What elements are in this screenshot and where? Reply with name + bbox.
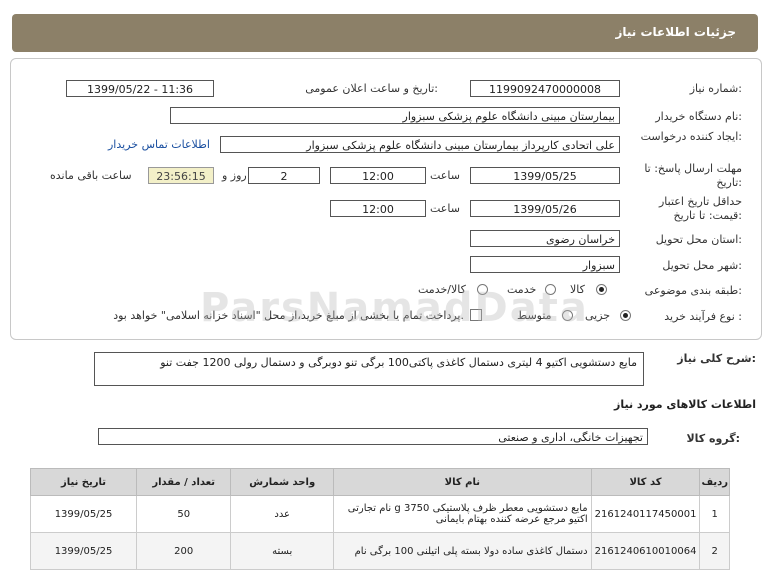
remaining-time-field: 23:56:15 [148, 167, 214, 184]
cell-unit: عدد [230, 495, 334, 533]
cell-need-date: 1399/05/25 [29, 495, 138, 533]
header-goods-code: کد کالا [590, 468, 701, 496]
header-bar: جزئیات اطلاعات نیاز [12, 14, 758, 52]
goods-group-label: گروه کالا: [686, 432, 740, 445]
table-row: 2 2161240610010064 دستمال کاغذی ساده دول… [29, 532, 730, 570]
deadline-label: مهلت ارسال پاسخ: تا تاریخ: [644, 162, 742, 189]
table-row: 1 2161240117450001 مایع دستشویی معطر ظرف… [29, 495, 730, 533]
cell-goods-code: 2161240117450001 [590, 495, 701, 533]
watermark: ParsNamadData [200, 285, 589, 331]
description-box: مایع دستشویی اکتیو 4 لیتری دستمال کاغذی … [94, 352, 644, 386]
remaining-label: ساعت باقی مانده [50, 169, 132, 182]
buyer-label: نام دستگاه خریدار: [655, 110, 742, 123]
cell-row-number: 1 [699, 495, 730, 533]
header-unit: واحد شمارش [230, 468, 334, 496]
validity-time-label: ساعت [430, 202, 460, 215]
header-quantity: تعداد / مقدار [136, 468, 232, 496]
creator-label: ایجاد کننده درخواست: [640, 130, 742, 143]
validity-label: حداقل تاریخ اعتبار قیمت: تا تاریخ: [658, 195, 742, 222]
days-field: 2 [248, 167, 320, 184]
goods-table: ردیف کد کالا نام کالا واحد شمارش تعداد /… [29, 468, 730, 570]
announce-field: 1399/05/22 - 11:36 [66, 80, 214, 97]
deadline-time-field: 12:00 [330, 167, 426, 184]
cell-quantity: 200 [136, 532, 232, 570]
header-goods-name: نام کالا [333, 468, 592, 496]
validity-time-field: 12:00 [330, 200, 426, 217]
buyer-contact-link[interactable]: اطلاعات تماس خریدار [108, 138, 210, 151]
category-radio-goods[interactable] [596, 284, 607, 295]
deadline-date-field: 1399/05/25 [470, 167, 620, 184]
cell-goods-name: مایع دستشویی معطر ظرف پلاستیکی 3750 g نا… [333, 495, 592, 533]
cell-quantity: 50 [136, 495, 232, 533]
cell-goods-code: 2161240610010064 [590, 532, 701, 570]
city-label: شهر محل تحویل: [662, 259, 742, 272]
need-number-label: شماره نیاز: [689, 82, 742, 95]
goods-group-field: تجهیزات خانگی، اداری و صنعتی [98, 428, 648, 445]
province-field: خراسان رضوی [470, 230, 620, 247]
days-label: روز و [222, 169, 247, 182]
header-row-number: ردیف [699, 468, 730, 496]
cell-row-number: 2 [699, 532, 730, 570]
table-header-row: ردیف کد کالا نام کالا واحد شمارش تعداد /… [29, 468, 730, 496]
description-label: شرح کلی نیاز: [677, 352, 756, 365]
cell-need-date: 1399/05/25 [29, 532, 138, 570]
header-need-date: تاریخ نیاز [29, 468, 138, 496]
process-label: نوع فرآیند خرید : [664, 310, 742, 323]
process-radio-minor[interactable] [620, 310, 631, 321]
cell-goods-name: دستمال کاغذی ساده دولا بسته پلی اتیلنی 1… [333, 532, 592, 570]
deadline-time-label: ساعت [430, 169, 460, 182]
announce-label: تاریخ و ساعت اعلان عمومی: [305, 82, 438, 95]
buyer-field: بیمارستان مبینی دانشگاه علوم پزشکی سبزوا… [170, 107, 620, 124]
need-number-field: 1199092470000008 [470, 80, 620, 97]
page-title: جزئیات اطلاعات نیاز [615, 25, 736, 39]
category-label: طبقه بندی موضوعی: [644, 284, 742, 297]
cell-unit: بسته [230, 532, 334, 570]
city-field: سبزوار [470, 256, 620, 273]
creator-field: علی اتحادی کارپرداز بیمارستان مبینی دانش… [220, 136, 620, 153]
goods-section-title: اطلاعات کالاهای مورد نیاز [614, 398, 756, 411]
province-label: استان محل تحویل: [655, 233, 742, 246]
validity-date-field: 1399/05/26 [470, 200, 620, 217]
